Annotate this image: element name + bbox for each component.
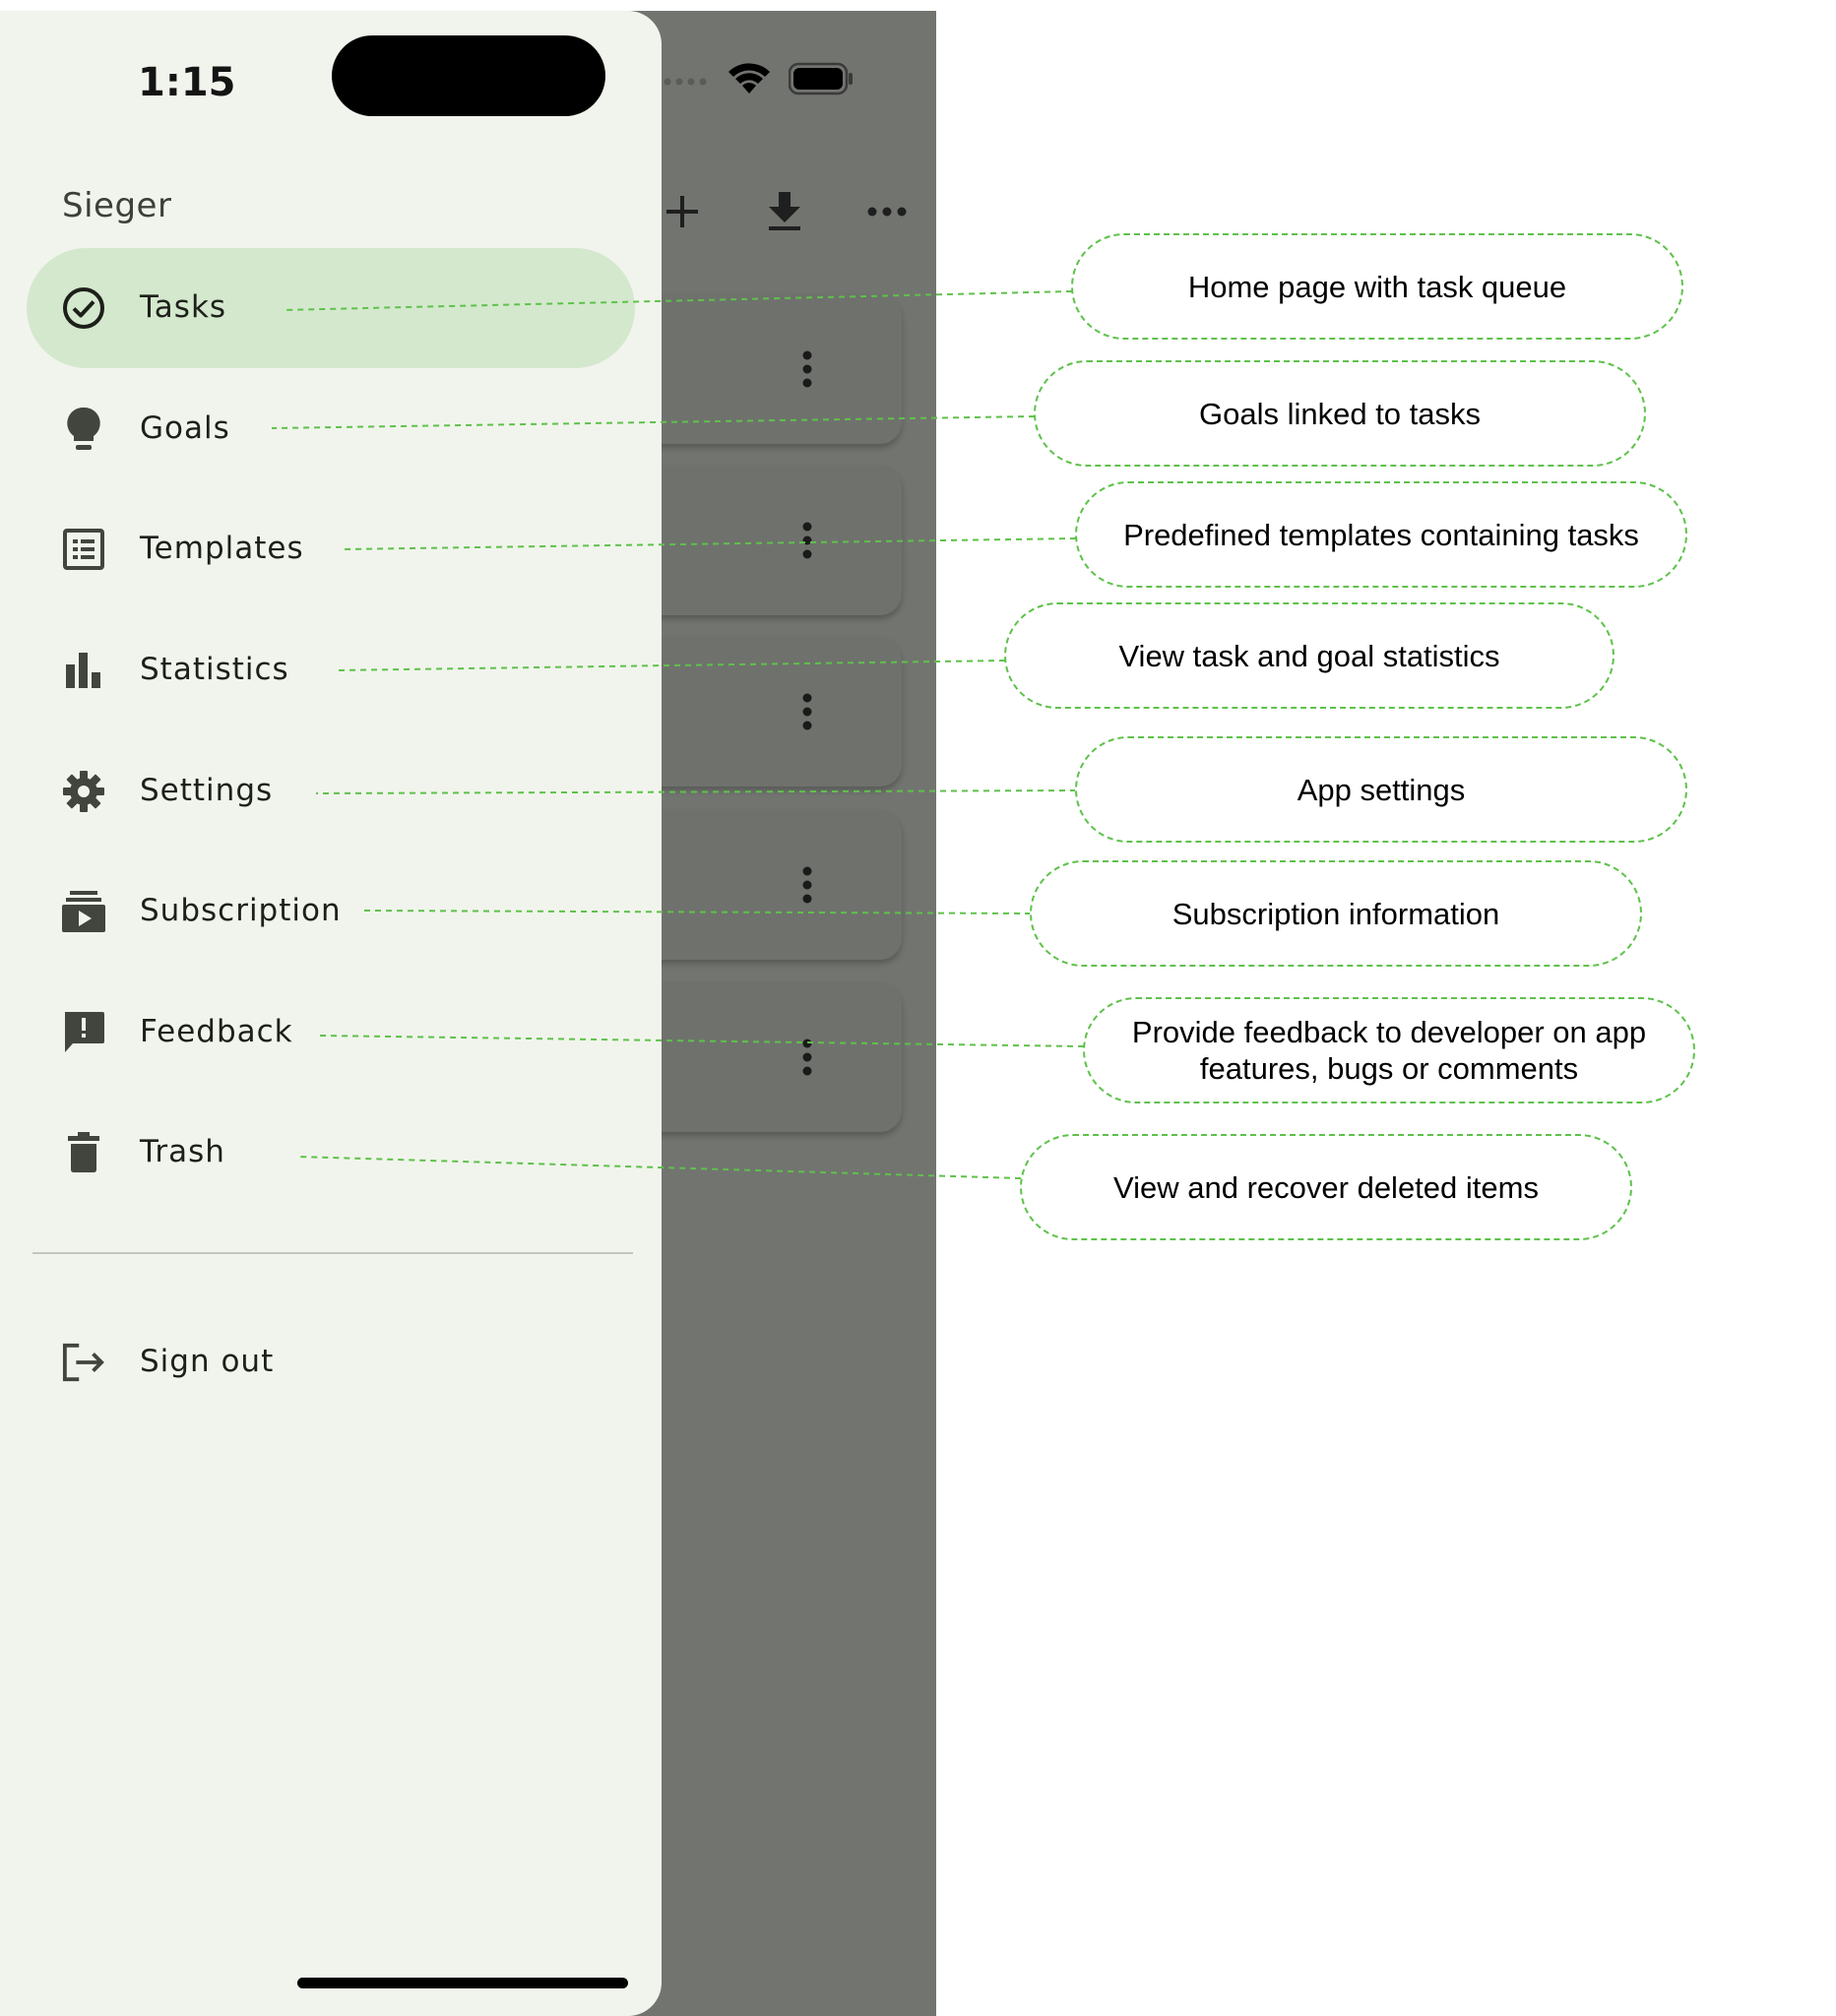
connector-subscription <box>362 909 1040 919</box>
connector-settings <box>315 785 1085 795</box>
annotation-trash: View and recover deleted items <box>1020 1134 1632 1240</box>
annotation-templates: Predefined templates containing tasks <box>1075 481 1687 588</box>
connector-tasks <box>282 285 1081 311</box>
connector-trash <box>297 1156 1030 1184</box>
annotated-screenshot: 1:15 Sieger Tasks Goals Templates Statis… <box>0 0 1836 2016</box>
connector-templates <box>344 533 1085 550</box>
connector-goals <box>271 410 1044 429</box>
annotation-goals: Goals linked to tasks <box>1034 360 1646 467</box>
annotation-settings: App settings <box>1075 736 1687 843</box>
connector-statistics <box>336 655 1014 671</box>
annotation-feedback: Provide feedback to developer on app fea… <box>1083 997 1695 1103</box>
annotation-statistics: View task and goal statistics <box>1004 602 1614 709</box>
annotation-subscription: Subscription information <box>1030 860 1642 967</box>
connector-feedback <box>319 1035 1093 1052</box>
annotation-tasks: Home page with task queue <box>1071 233 1683 340</box>
